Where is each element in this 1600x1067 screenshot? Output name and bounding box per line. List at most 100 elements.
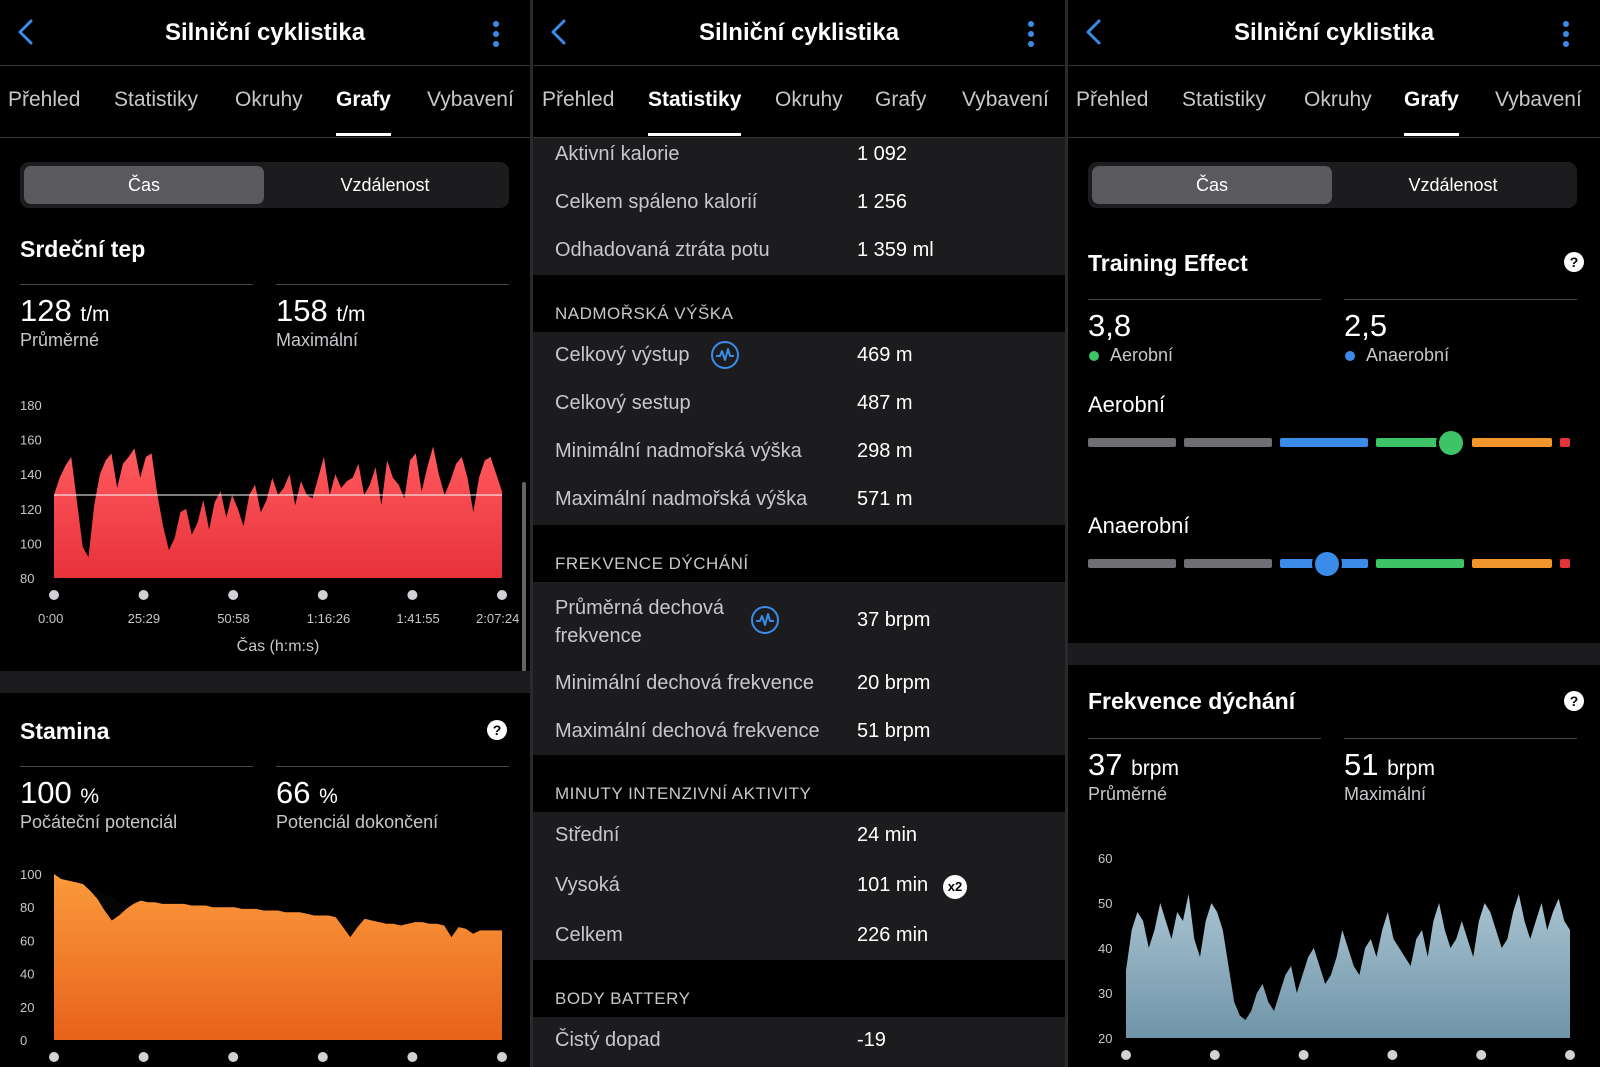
header-bar: Silniční cyklistika bbox=[533, 0, 1065, 66]
breathing-area bbox=[1126, 894, 1570, 1038]
wave-icon[interactable] bbox=[711, 341, 739, 369]
scrollbar[interactable] bbox=[522, 482, 526, 678]
tab-graphs[interactable]: Grafy bbox=[336, 88, 391, 136]
x-tick-label: 50:58 bbox=[217, 611, 250, 626]
y-tick-label: 40 bbox=[1098, 941, 1112, 956]
stat-label: Vysoká bbox=[555, 874, 620, 896]
avg-breath-value: 37 brpm bbox=[1088, 747, 1179, 782]
tab-overview[interactable]: Přehled bbox=[1076, 88, 1148, 112]
divider bbox=[1344, 299, 1577, 300]
x-tick-dot bbox=[1387, 1050, 1398, 1060]
avg-hr-label: Průměrné bbox=[20, 330, 100, 350]
scale-segment bbox=[1472, 438, 1552, 447]
section-gap bbox=[1068, 643, 1600, 665]
tab-statistics[interactable]: Statistiky bbox=[648, 88, 742, 136]
stat-value: 101 min bbox=[857, 874, 929, 896]
tab-overview[interactable]: Přehled bbox=[8, 88, 80, 112]
tab-gear[interactable]: Vybavení bbox=[1495, 88, 1582, 112]
y-tick-label: 80 bbox=[20, 571, 34, 586]
scale-segment bbox=[1184, 438, 1272, 447]
more-options-icon[interactable] bbox=[492, 20, 500, 48]
stamina-area bbox=[54, 874, 502, 1040]
x-tick-dot bbox=[1298, 1050, 1309, 1060]
wave-icon[interactable] bbox=[751, 606, 779, 634]
aerobic-dot bbox=[1089, 351, 1099, 361]
intensity-group: Střední 24 min Vysoká 101 min x2 Celkem … bbox=[533, 812, 1065, 960]
scale-segment bbox=[1472, 559, 1552, 568]
tab-bar: Přehled Statistiky Okruhy Grafy Vybavení bbox=[533, 66, 1065, 138]
y-tick-label: 160 bbox=[20, 433, 42, 448]
x-tick-label: 2:07:24 bbox=[476, 611, 519, 626]
heart-rate-area bbox=[54, 446, 502, 578]
stat-label: Celkem bbox=[555, 924, 623, 946]
x-tick-dot bbox=[317, 1052, 328, 1062]
tab-laps[interactable]: Okruhy bbox=[235, 88, 303, 112]
y-tick-label: 140 bbox=[20, 467, 42, 482]
section-header-breathing: FREKVENCE DÝCHÁNÍ bbox=[533, 525, 1065, 582]
more-options-icon[interactable] bbox=[1562, 20, 1570, 48]
anaerobic-te-label: Anaerobní bbox=[1366, 345, 1450, 365]
anaerobic-scale bbox=[1088, 547, 1578, 581]
x-tick-dot bbox=[1565, 1050, 1575, 1060]
anaerobic-dot bbox=[1345, 351, 1355, 361]
stat-value: 298 m bbox=[857, 440, 913, 462]
x-tick-dot bbox=[228, 590, 239, 600]
tab-overview[interactable]: Přehled bbox=[542, 88, 614, 112]
tab-graphs[interactable]: Grafy bbox=[875, 88, 926, 112]
y-tick-label: 80 bbox=[20, 900, 34, 915]
stat-label: Čistý dopad bbox=[555, 1029, 661, 1051]
heart-rate-title: Srdeční tep bbox=[20, 236, 146, 262]
scale-segment bbox=[1088, 438, 1176, 447]
tab-bar: Přehled Statistiky Okruhy Grafy Vybavení bbox=[0, 66, 530, 138]
x-tick-dot bbox=[138, 590, 149, 600]
x-tick-dot bbox=[407, 590, 418, 600]
more-options-icon[interactable] bbox=[1027, 20, 1035, 48]
segment-time[interactable]: Čas bbox=[1092, 166, 1332, 204]
y-tick-label: 0 bbox=[20, 1033, 27, 1048]
stat-value: 1 256 bbox=[857, 191, 908, 213]
stat-value: -19 bbox=[857, 1029, 886, 1051]
body-battery-group: Čistý dopad -19 bbox=[533, 1017, 1065, 1067]
scale-segment bbox=[1184, 559, 1272, 568]
stat-value: 1 092 bbox=[857, 143, 908, 165]
stamina-start-label: Počáteční potenciál bbox=[20, 812, 178, 832]
breathing-group: Průměrná dechová frekvence 37 brpm Minimá… bbox=[533, 582, 1065, 755]
tab-gear[interactable]: Vybavení bbox=[427, 88, 514, 112]
tab-graphs[interactable]: Grafy bbox=[1404, 88, 1459, 136]
aerobic-scale bbox=[1088, 426, 1578, 460]
scale-knob bbox=[1436, 428, 1467, 458]
x-tick-dot bbox=[1476, 1050, 1487, 1060]
section-header-body-battery: BODY BATTERY bbox=[533, 960, 1065, 1017]
stat-label: Aktivní kalorie bbox=[555, 143, 680, 165]
x-tick-dot bbox=[1209, 1050, 1220, 1060]
stat-value: 469 m bbox=[857, 344, 913, 366]
help-icon[interactable]: ? bbox=[1564, 252, 1584, 272]
segment-distance[interactable]: Vzdálenost bbox=[265, 166, 505, 204]
x-tick-label: 1:16:26 bbox=[307, 611, 350, 626]
scale-segment bbox=[1280, 438, 1368, 447]
stat-value: 226 min bbox=[857, 924, 929, 946]
time-distance-toggle: Čas Vzdálenost bbox=[1088, 162, 1577, 208]
scale-segment bbox=[1560, 438, 1570, 447]
breathing-chart: 20 30 40 50 60 bbox=[1098, 851, 1575, 1060]
help-icon[interactable]: ? bbox=[1564, 691, 1584, 711]
panel-graphs-training: Silniční cyklistika Přehled Statistiky O… bbox=[1068, 0, 1600, 1067]
stat-label: Celkový výstup bbox=[555, 344, 690, 366]
tab-laps[interactable]: Okruhy bbox=[1304, 88, 1372, 112]
tab-statistics[interactable]: Statistiky bbox=[1182, 88, 1266, 112]
scale-segment bbox=[1088, 559, 1176, 568]
tab-gear[interactable]: Vybavení bbox=[962, 88, 1049, 112]
tab-laps[interactable]: Okruhy bbox=[775, 88, 843, 112]
y-tick-label: 20 bbox=[1098, 1031, 1112, 1046]
segment-time[interactable]: Čas bbox=[24, 166, 264, 204]
segment-distance[interactable]: Vzdálenost bbox=[1333, 166, 1573, 204]
breathing-title: Frekvence dýchání bbox=[1088, 688, 1296, 714]
stat-label: Celkový sestup bbox=[555, 392, 691, 414]
tab-statistics[interactable]: Statistiky bbox=[114, 88, 198, 112]
help-icon[interactable]: ? bbox=[487, 720, 507, 740]
divider bbox=[276, 284, 509, 285]
page-title: Silniční cyklistika bbox=[698, 19, 900, 46]
y-tick-label: 20 bbox=[20, 1000, 34, 1015]
stat-value: 24 min bbox=[857, 824, 918, 846]
x-tick-label: 0:00 bbox=[38, 611, 63, 626]
